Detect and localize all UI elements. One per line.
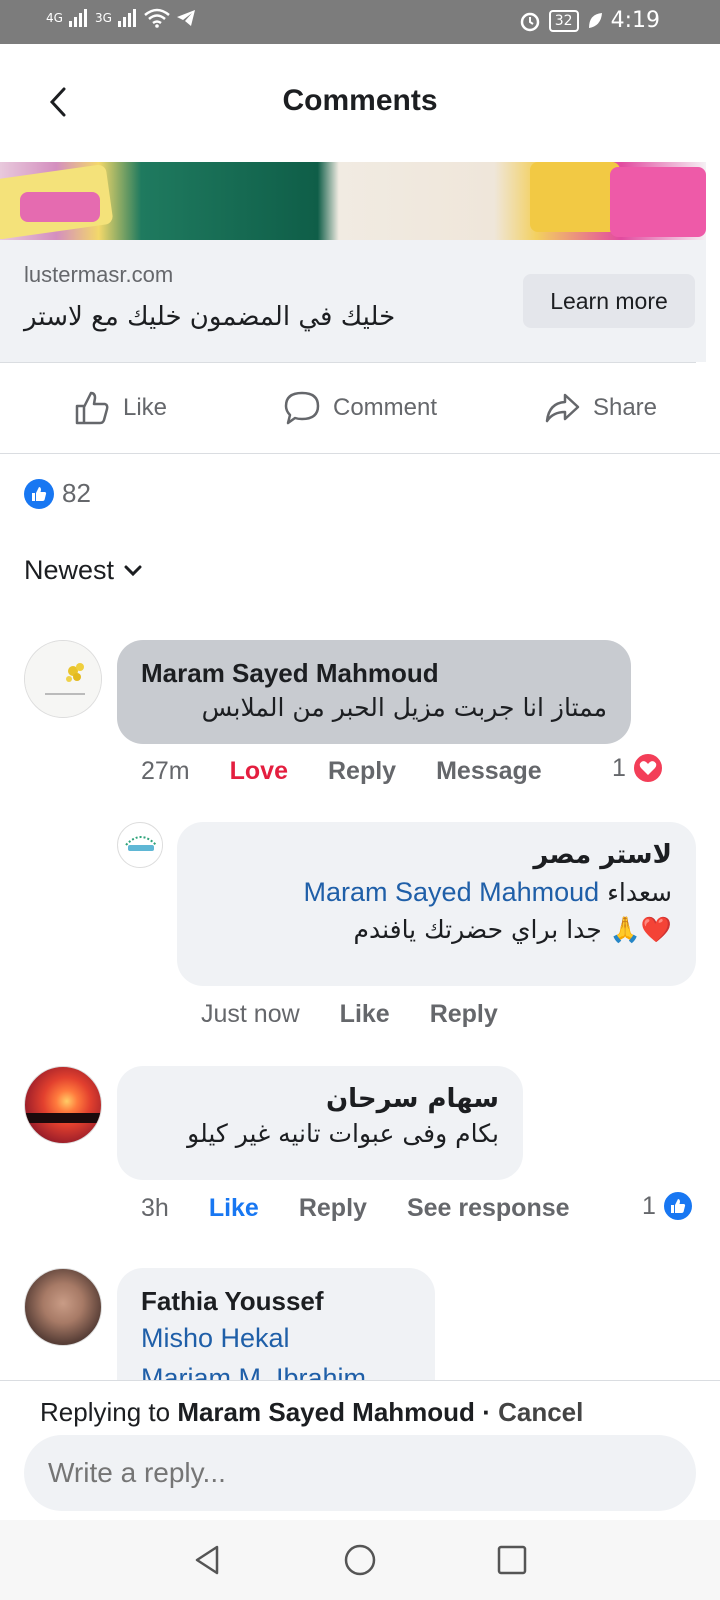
comment-author[interactable]: Maram Sayed Mahmoud bbox=[141, 656, 607, 690]
signal-bars-icon bbox=[117, 9, 136, 27]
see-response-button[interactable]: See response bbox=[407, 1194, 570, 1223]
clock: 4:19 bbox=[610, 8, 660, 33]
comment-author[interactable]: سهام سرحان bbox=[141, 1082, 499, 1116]
replying-to: Replying to Maram Sayed Mahmoud · Cancel bbox=[40, 1397, 583, 1428]
status-right: 32 4:19 bbox=[519, 8, 660, 33]
reply-line-1: Maram Sayed Mahmoud سعداء bbox=[201, 872, 672, 912]
reply-input[interactable] bbox=[24, 1435, 696, 1511]
learn-more-button[interactable]: Learn more bbox=[523, 274, 695, 328]
recents-square-icon[interactable] bbox=[495, 1543, 529, 1577]
like-reaction-icon bbox=[661, 1190, 694, 1222]
ad-image[interactable] bbox=[0, 162, 706, 240]
share-label: Share bbox=[592, 394, 658, 421]
comment-icon bbox=[284, 391, 320, 425]
love-button[interactable]: Love bbox=[230, 757, 288, 786]
page-avatar[interactable] bbox=[117, 822, 163, 868]
reply-button[interactable]: Reply bbox=[328, 757, 396, 786]
comment-time: 3h bbox=[141, 1194, 169, 1222]
reply-button[interactable]: Reply bbox=[299, 1194, 367, 1223]
reply-emoji: 🙏❤️ bbox=[609, 915, 672, 944]
comment-author[interactable]: Fathia Youssef bbox=[141, 1284, 411, 1318]
comment-text: ممتاز انا جربت مزيل الحبر من الملابس bbox=[201, 693, 607, 722]
cancel-reply-button[interactable]: Cancel bbox=[498, 1397, 583, 1427]
product-shape bbox=[20, 192, 100, 222]
comment-actions: 27m Love Reply Message bbox=[141, 757, 582, 786]
avatar[interactable] bbox=[24, 640, 102, 718]
like-button[interactable]: Like bbox=[209, 1194, 259, 1223]
page-title: Comments bbox=[282, 84, 438, 117]
telegram-icon bbox=[176, 10, 195, 26]
reply-button[interactable]: Reply bbox=[430, 1000, 498, 1029]
reaction-count: 82 bbox=[62, 478, 91, 508]
sort-label: Newest bbox=[24, 555, 115, 585]
reactions-summary[interactable]: 82 bbox=[24, 478, 91, 509]
link-domain: lustermasr.com bbox=[24, 262, 174, 287]
comment-time: 27m bbox=[141, 757, 190, 785]
post-action-bar: Like Comment Share bbox=[0, 363, 720, 453]
share-button[interactable]: Share bbox=[480, 363, 720, 453]
avatar[interactable] bbox=[24, 1268, 102, 1346]
like-reaction-icon bbox=[24, 478, 54, 509]
comment-bubble[interactable]: Maram Sayed Mahmoud ممتاز انا جربت مزيل … bbox=[117, 640, 631, 744]
system-nav-bar bbox=[0, 1520, 720, 1600]
reply-line-2: جدا براي حضرتك يافندم 🙏❤️ bbox=[201, 912, 672, 948]
comment-actions: 3h Like Reply See response bbox=[141, 1194, 610, 1223]
reply-time: Just now bbox=[201, 1000, 300, 1028]
comment-button[interactable]: Comment bbox=[240, 363, 480, 453]
luster-logo-icon bbox=[119, 824, 162, 867]
replying-prefix: Replying to bbox=[40, 1397, 171, 1427]
flower-avatar-icon bbox=[25, 641, 101, 717]
heart-icon bbox=[631, 752, 664, 784]
status-left: 4G 3G bbox=[46, 8, 196, 28]
comment-text: بكام وفى عبوات تانيه غير كيلو bbox=[187, 1119, 499, 1148]
signal-3g-label: 3G bbox=[94, 11, 112, 25]
comment-mention[interactable]: Mariam M. Ibrahim bbox=[141, 1358, 411, 1380]
reply-author[interactable]: لاستر مصر bbox=[201, 838, 672, 872]
message-button[interactable]: Message bbox=[436, 757, 542, 786]
header: Comments bbox=[0, 44, 720, 162]
divider bbox=[0, 453, 720, 454]
chevron-down-icon bbox=[124, 565, 142, 576]
wifi-icon bbox=[144, 8, 170, 28]
alarm-icon bbox=[520, 12, 540, 31]
reply-mention[interactable]: Maram Sayed Mahmoud bbox=[304, 872, 600, 912]
reaction-count: 1 bbox=[642, 1191, 656, 1220]
comment-bubble[interactable]: Fathia Youssef Misho Hekal Mariam M. Ibr… bbox=[117, 1268, 435, 1380]
comment-mention[interactable]: Misho Hekal bbox=[141, 1318, 411, 1358]
replying-target: Maram Sayed Mahmoud bbox=[177, 1397, 475, 1427]
reaction-count: 1 bbox=[612, 753, 626, 782]
like-button[interactable]: Like bbox=[340, 1000, 390, 1029]
horizon-shape bbox=[25, 1113, 101, 1123]
reply-composer: Replying to Maram Sayed Mahmoud · Cancel bbox=[0, 1380, 720, 1520]
link-preview[interactable]: lustermasr.com خليك في المضمون خليك مع ل… bbox=[0, 240, 706, 362]
thumbs-up-icon bbox=[75, 391, 109, 425]
reply-actions: Just now Like Reply bbox=[201, 1000, 538, 1029]
like-button[interactable]: Like bbox=[0, 363, 240, 453]
like-label: Like bbox=[122, 394, 168, 421]
sort-dropdown[interactable]: Newest bbox=[24, 555, 142, 586]
reply-bubble[interactable]: لاستر مصر Maram Sayed Mahmoud سعداء جدا … bbox=[177, 822, 696, 986]
status-bar: 4G 3G 32 4:19 bbox=[0, 0, 720, 44]
reply-text-2: جدا براي حضرتك يافندم bbox=[353, 915, 602, 944]
product-shape bbox=[610, 167, 706, 237]
separator: · bbox=[482, 1397, 491, 1427]
product-shape bbox=[530, 162, 620, 232]
share-icon bbox=[545, 393, 580, 423]
comment-label: Comment bbox=[332, 394, 438, 421]
comment-reaction-count[interactable]: 1 bbox=[642, 1190, 694, 1222]
back-triangle-icon[interactable] bbox=[191, 1543, 225, 1577]
reply-text-1: سعداء bbox=[607, 878, 672, 907]
comment-reaction-count[interactable]: 1 bbox=[612, 752, 664, 784]
signal-bars-icon bbox=[68, 9, 87, 27]
leaf-icon bbox=[588, 12, 602, 28]
comment-bubble[interactable]: سهام سرحان بكام وفى عبوات تانيه غير كيلو bbox=[117, 1066, 523, 1180]
home-circle-icon[interactable] bbox=[343, 1543, 377, 1577]
link-headline: خليك في المضمون خليك مع لاستر bbox=[24, 302, 396, 332]
battery-indicator: 32 bbox=[548, 9, 579, 32]
signal-4g-label: 4G bbox=[46, 11, 63, 25]
avatar[interactable] bbox=[24, 1066, 102, 1144]
